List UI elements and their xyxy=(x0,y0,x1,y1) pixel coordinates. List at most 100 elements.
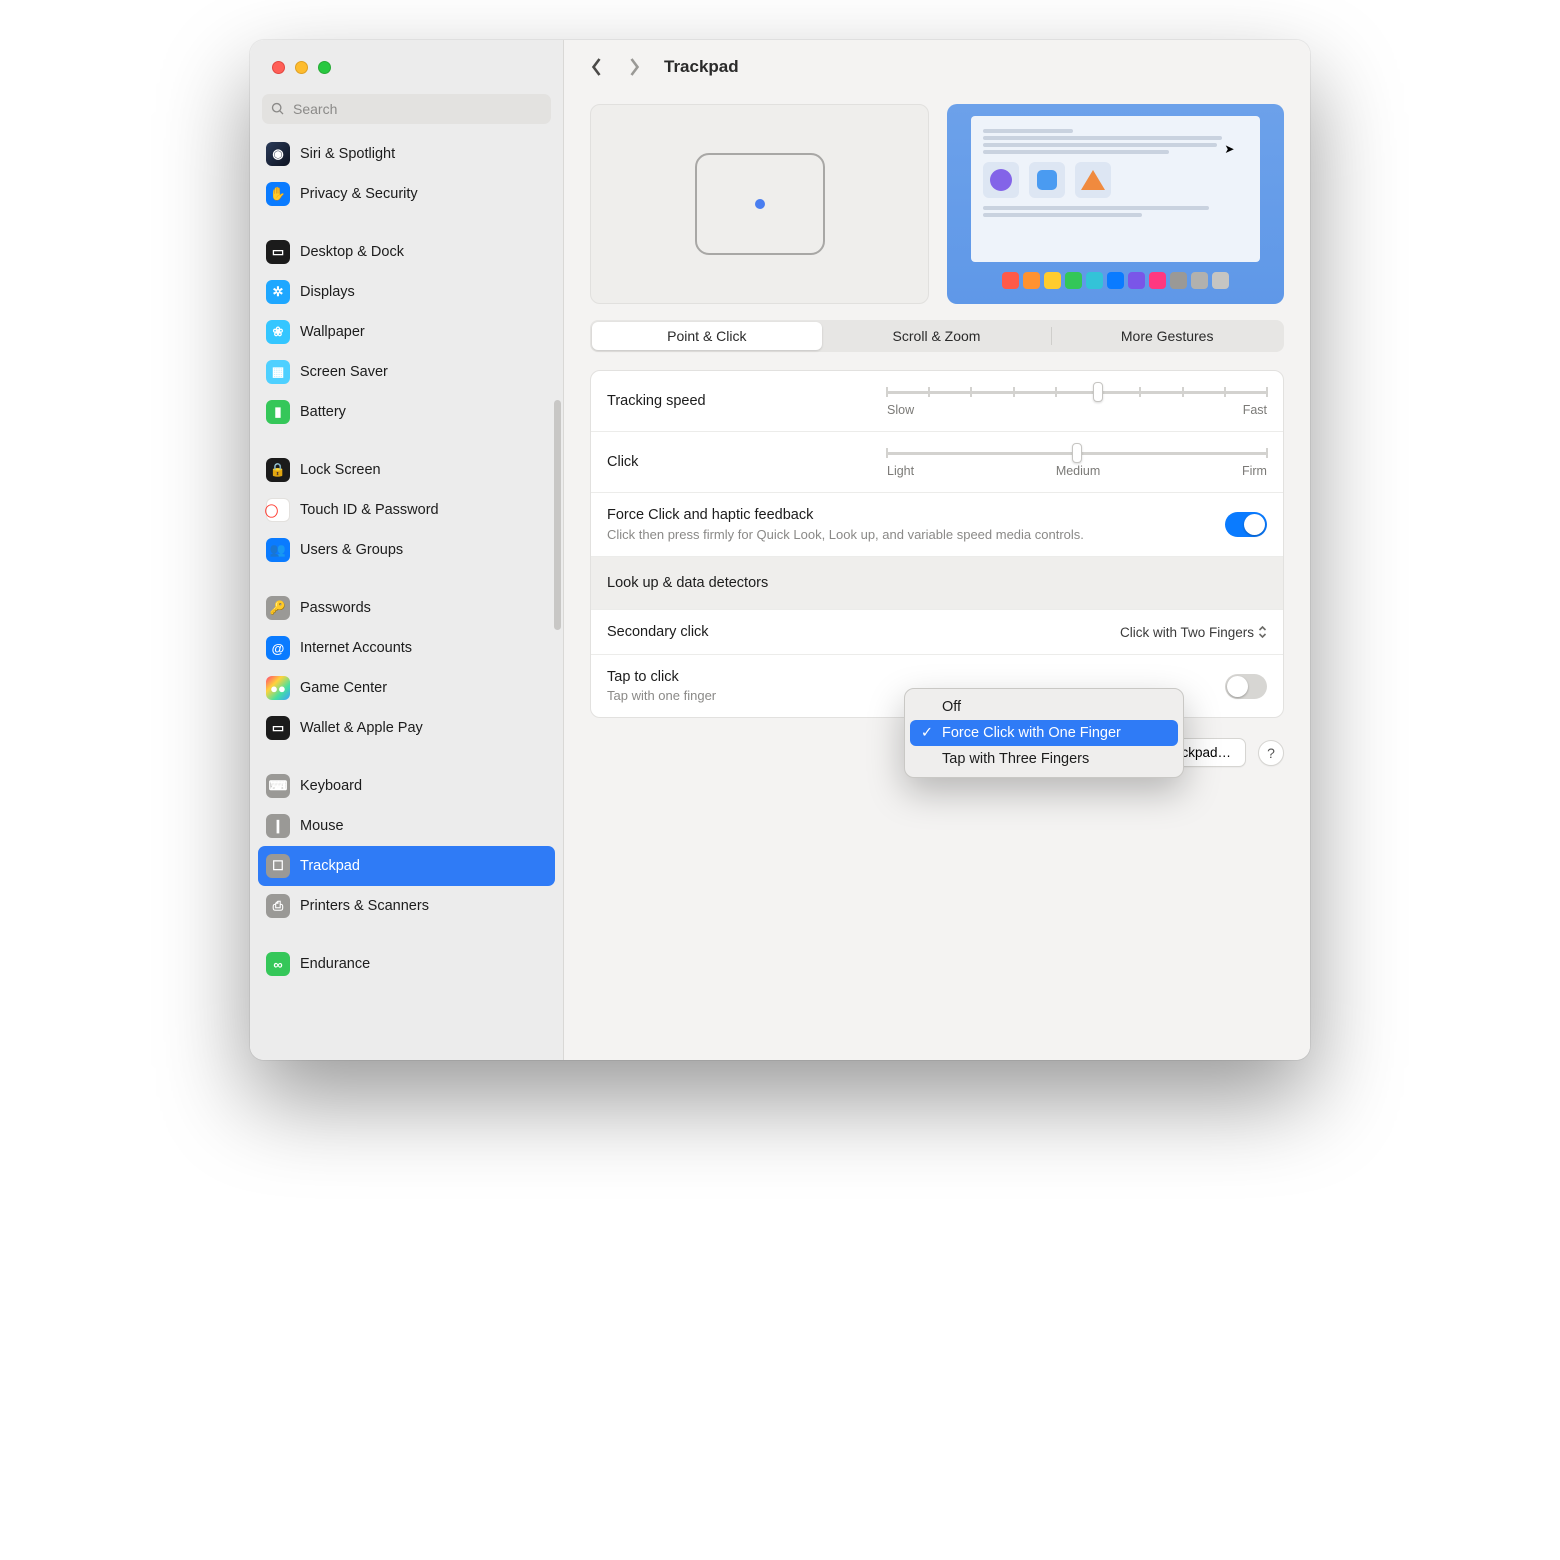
sidebar-item-displays[interactable]: ✲Displays xyxy=(258,272,555,312)
sidebar-item-siri-spotlight[interactable]: ◉ Siri & Spotlight xyxy=(258,134,555,174)
page-title: Trackpad xyxy=(664,57,739,77)
row-lookup: Look up & data detectors xyxy=(591,557,1283,610)
zoom-window-button[interactable] xyxy=(318,61,331,74)
sidebar-item-label: Trackpad xyxy=(300,858,360,874)
sidebar-item-lock-screen[interactable]: 🔒 Lock Screen xyxy=(258,450,555,490)
sidebar-item-battery[interactable]: ▮ Battery xyxy=(258,392,555,432)
sidebar-icon: ✲ xyxy=(266,280,290,304)
help-button[interactable]: ? xyxy=(1258,740,1284,766)
close-window-button[interactable] xyxy=(272,61,285,74)
sidebar-icon: ◉ xyxy=(266,142,290,166)
sidebar-item-internet-accounts[interactable]: @ Internet Accounts xyxy=(258,628,555,668)
cursor-icon: ➤ xyxy=(1224,142,1234,156)
tracking-speed-slider[interactable]: Slow Fast xyxy=(887,385,1267,417)
sidebar-item-passwords[interactable]: 🔑 Passwords xyxy=(258,588,555,628)
sidebar-item-wallpaper[interactable]: ❀ Wallpaper xyxy=(258,312,555,352)
sidebar-item-privacy-security[interactable]: ✋ Privacy & Security xyxy=(258,174,555,214)
sidebar-icon: ☐ xyxy=(266,854,290,878)
nav-back-button[interactable] xyxy=(582,53,610,81)
sidebar-item-label: Lock Screen xyxy=(300,462,381,478)
sidebar-item-label: Desktop & Dock xyxy=(300,244,404,260)
sidebar-icon: ●● xyxy=(266,676,290,700)
sidebar-item-keyboard[interactable]: ⌨Keyboard xyxy=(258,766,555,806)
sidebar-icon: @ xyxy=(266,636,290,660)
sidebar-item-screen-saver[interactable]: ▦Screen Saver xyxy=(258,352,555,392)
gesture-demo-preview: ➤ xyxy=(947,104,1284,304)
sidebar-item-desktop-dock[interactable]: ▭ Desktop & Dock xyxy=(258,232,555,272)
tab-more-gestures[interactable]: More Gestures xyxy=(1052,322,1282,350)
sidebar-item-label: Mouse xyxy=(300,818,344,834)
secondary-click-label: Secondary click xyxy=(607,624,709,640)
sidebar-icon: ⌨ xyxy=(266,774,290,798)
sidebar-item-printers-scanners[interactable]: ⎙Printers & Scanners xyxy=(258,886,555,926)
row-tracking-speed: Tracking speed Slow Fast xyxy=(591,371,1283,432)
lookup-option[interactable]: Off xyxy=(910,694,1178,720)
force-click-sub: Click then press firmly for Quick Look, … xyxy=(607,527,1084,542)
content-area: Trackpad ➤ xyxy=(564,40,1310,1060)
window-controls xyxy=(250,40,563,94)
minimize-window-button[interactable] xyxy=(295,61,308,74)
click-label: Click xyxy=(607,454,638,470)
click-slider[interactable]: Light Medium Firm xyxy=(887,446,1267,478)
sidebar-icon: ⃝ xyxy=(266,498,290,522)
sidebar-icon: ▭ xyxy=(266,240,290,264)
tab-scroll-zoom[interactable]: Scroll & Zoom xyxy=(822,322,1052,350)
sidebar-icon: 🔑 xyxy=(266,596,290,620)
sidebar-item-users-groups[interactable]: 👥 Users & Groups xyxy=(258,530,555,570)
trackpad-preview xyxy=(590,104,929,304)
lookup-dropdown[interactable]: Off✓Force Click with One FingerTap with … xyxy=(904,688,1184,778)
search-input[interactable]: Search xyxy=(262,94,551,124)
sidebar-item-game-center[interactable]: ●● Game Center xyxy=(258,668,555,708)
sidebar-icon: ✋ xyxy=(266,182,290,206)
sidebar-icon: ▮ xyxy=(266,400,290,424)
sidebar-item-label: Wallet & Apple Pay xyxy=(300,720,423,736)
preview-row: ➤ xyxy=(590,104,1284,304)
check-icon: ✓ xyxy=(920,725,934,741)
nav-forward-button[interactable] xyxy=(620,53,648,81)
sidebar-item-label: Siri & Spotlight xyxy=(300,146,395,162)
tracking-speed-label: Tracking speed xyxy=(607,393,706,409)
tab-bar: Point & ClickScroll & ZoomMore Gestures xyxy=(590,320,1284,352)
force-click-label: Force Click and haptic feedback xyxy=(607,507,1084,523)
sidebar-item-mouse[interactable]: ❙Mouse xyxy=(258,806,555,846)
settings-window: Search ◉ Siri & Spotlight ✋ Privacy & Secur… xyxy=(250,40,1310,1060)
tap-to-click-sub: Tap with one finger xyxy=(607,688,716,703)
tab-point-click[interactable]: Point & Click xyxy=(592,322,822,350)
sidebar-item-trackpad[interactable]: ☐ Trackpad xyxy=(258,846,555,886)
sidebar-item-label: Game Center xyxy=(300,680,387,696)
lookup-label: Look up & data detectors xyxy=(607,575,768,591)
force-click-toggle[interactable] xyxy=(1225,512,1267,537)
sidebar-scrollbar[interactable] xyxy=(554,400,561,630)
sidebar-icon: 🔒 xyxy=(266,458,290,482)
tap-to-click-toggle[interactable] xyxy=(1225,674,1267,699)
sidebar-icon: ❀ xyxy=(266,320,290,344)
lookup-option[interactable]: Tap with Three Fingers xyxy=(910,746,1178,772)
sidebar-item-wallet-apple-pay[interactable]: ▭ Wallet & Apple Pay xyxy=(258,708,555,748)
sidebar-item-label: Wallpaper xyxy=(300,324,365,340)
tap-to-click-label: Tap to click xyxy=(607,669,716,685)
sidebar-item-endurance[interactable]: ∞Endurance xyxy=(258,944,555,984)
content-header: Trackpad xyxy=(564,40,1310,94)
settings-panel: Tracking speed Slow Fast xyxy=(590,370,1284,718)
secondary-click-select[interactable]: Click with Two Fingers xyxy=(1120,625,1267,640)
sidebar-icon: 👥 xyxy=(266,538,290,562)
sidebar-item-label: Internet Accounts xyxy=(300,640,412,656)
sidebar-item-label: Privacy & Security xyxy=(300,186,418,202)
sidebar-item-label: Screen Saver xyxy=(300,364,388,380)
sidebar: Search ◉ Siri & Spotlight ✋ Privacy & Secur… xyxy=(250,40,564,1060)
search-placeholder: Search xyxy=(293,101,337,117)
sidebar-list[interactable]: ◉ Siri & Spotlight ✋ Privacy & Security ▭ Des… xyxy=(250,134,563,1060)
sidebar-item-label: Users & Groups xyxy=(300,542,403,558)
row-force-click: Force Click and haptic feedback Click th… xyxy=(591,493,1283,557)
sidebar-icon: ▭ xyxy=(266,716,290,740)
sidebar-item-label: Battery xyxy=(300,404,346,420)
lookup-option[interactable]: ✓Force Click with One Finger xyxy=(910,720,1178,746)
sidebar-item-label: Passwords xyxy=(300,600,371,616)
sidebar-icon: ⎙ xyxy=(266,894,290,918)
sidebar-item-touch-id-password[interactable]: ⃝Touch ID & Password xyxy=(258,490,555,530)
search-icon xyxy=(271,102,285,116)
sidebar-icon: ∞ xyxy=(266,952,290,976)
trackpad-illustration xyxy=(695,153,825,255)
row-secondary-click: Secondary click Click with Two Fingers xyxy=(591,610,1283,655)
row-click: Click Light Medium Firm xyxy=(591,432,1283,493)
